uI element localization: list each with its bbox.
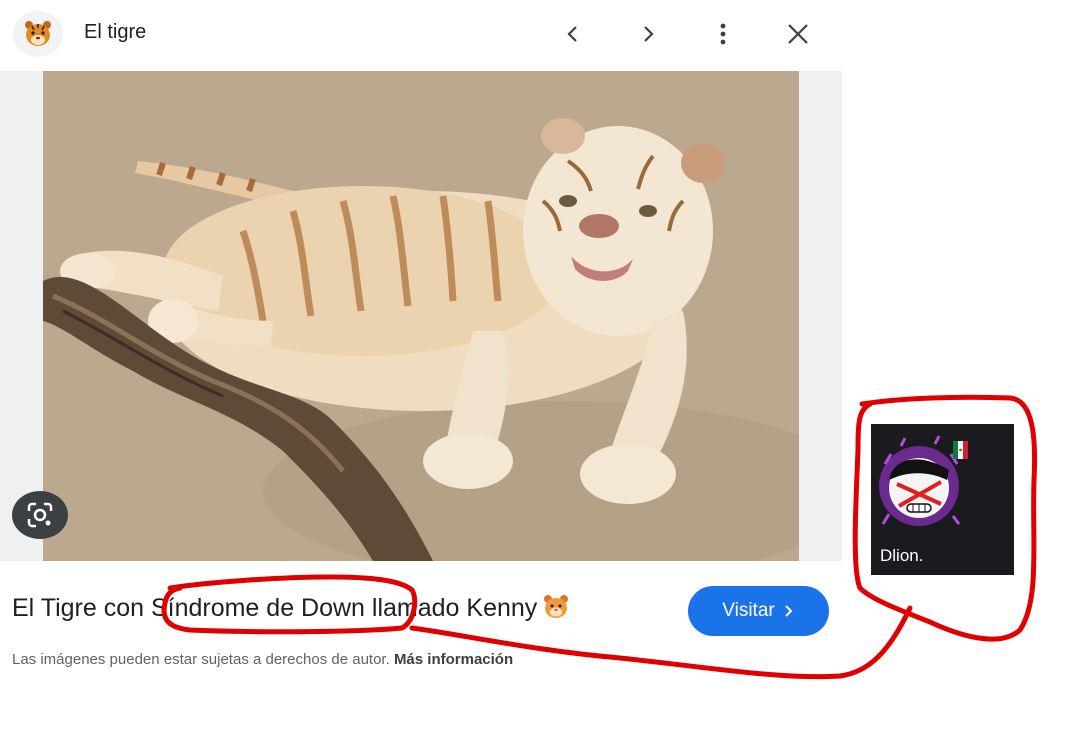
chevron-left-icon [567,26,577,42]
more-vertical-icon [720,23,726,45]
profile-card[interactable]: Dlion. [871,424,1014,575]
caption-prefix: El Tigre con [12,594,151,622]
close-button[interactable] [782,18,814,50]
google-lens-button[interactable] [12,491,68,539]
mexico-flag-icon [953,441,968,459]
visit-button[interactable]: Visitar [688,586,829,636]
more-options-button[interactable] [707,18,739,50]
copyright-notice: Las imágenes pueden estar sujetas a dere… [12,651,513,668]
previous-button[interactable] [557,18,589,50]
visit-button-label: Visitar [722,600,775,621]
close-icon [788,24,808,44]
image-preview-area [0,71,842,561]
profile-name: Dlion. [880,546,924,565]
white-tiger-photo[interactable] [43,71,799,561]
chevron-right-icon [644,26,654,42]
image-caption[interactable]: El Tigre con Síndrome de Down llamado Ke… [12,594,569,627]
copyright-text: Las imágenes pueden estar sujetas a dere… [12,651,390,668]
tiger-favicon-icon [13,11,63,57]
tiger-emoji-icon [543,594,569,627]
next-button[interactable] [632,18,664,50]
chevron-right-icon [785,605,793,617]
page-title: El tigre [84,21,147,43]
viewer-header: El tigre [0,0,842,66]
google-lens-icon [27,502,53,528]
caption-suffix: llamado Kenny [364,594,538,622]
caption-highlight: Síndrome de Down [150,594,365,622]
more-info-link[interactable]: Más información [394,651,513,668]
